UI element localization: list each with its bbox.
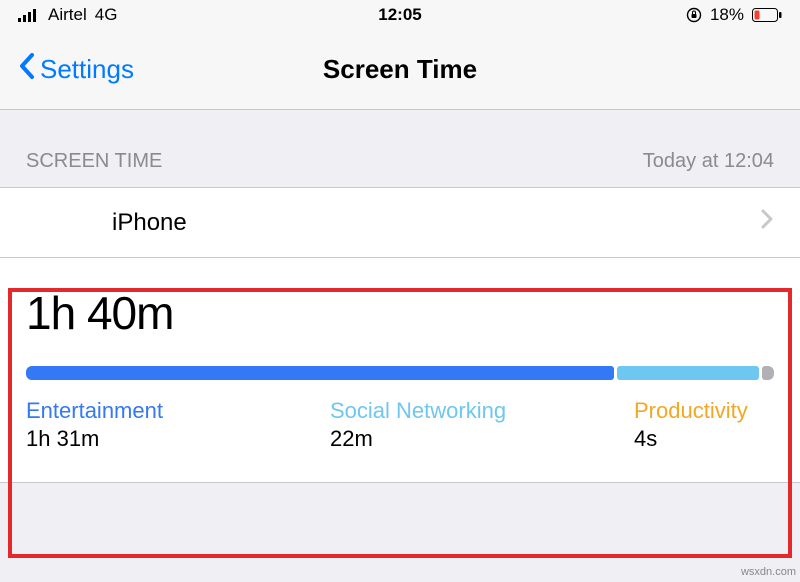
category-entertainment: Entertainment 1h 31m [26, 398, 206, 452]
carrier-label: Airtel [48, 5, 87, 25]
section-timestamp: Today at 12:04 [643, 150, 774, 173]
bar-segment-productivity [762, 366, 774, 380]
page-title: Screen Time [323, 54, 477, 85]
rotation-lock-icon [686, 7, 702, 23]
category-value: 22m [330, 426, 510, 452]
device-row[interactable]: iPhone [0, 187, 800, 258]
usage-total: 1h 40m [26, 286, 774, 340]
battery-low-icon [752, 8, 782, 22]
status-time: 12:05 [378, 5, 421, 25]
back-label: Settings [40, 54, 134, 85]
battery-percent: 18% [710, 5, 744, 25]
category-productivity: Productivity 4s [634, 398, 774, 452]
status-left: Airtel 4G [18, 5, 117, 25]
cellular-signal-icon [18, 8, 40, 22]
section-header: SCREEN TIME Today at 12:04 [0, 110, 800, 187]
network-label: 4G [95, 5, 118, 25]
usage-categories: Entertainment 1h 31m Social Networking 2… [26, 398, 774, 452]
back-button[interactable]: Settings [18, 52, 134, 87]
category-name: Entertainment [26, 398, 206, 424]
status-right: 18% [686, 5, 782, 25]
device-label: iPhone [112, 209, 187, 237]
category-name: Social Networking [330, 398, 510, 424]
chevron-right-icon [760, 208, 774, 237]
usage-block[interactable]: 1h 40m Entertainment 1h 31m Social Netwo… [0, 258, 800, 483]
bar-segment-entertainment [26, 366, 614, 380]
section-title: SCREEN TIME [26, 150, 162, 173]
category-value: 4s [634, 426, 774, 452]
nav-bar: Settings Screen Time [0, 30, 800, 110]
category-name: Productivity [634, 398, 774, 424]
category-value: 1h 31m [26, 426, 206, 452]
bar-segment-social-networking [617, 366, 759, 380]
watermark: wsxdn.com [741, 566, 796, 578]
category-social-networking: Social Networking 22m [330, 398, 510, 452]
usage-bar-chart [26, 366, 774, 380]
status-bar: Airtel 4G 12:05 18% [0, 0, 800, 30]
chevron-left-icon [18, 52, 36, 87]
